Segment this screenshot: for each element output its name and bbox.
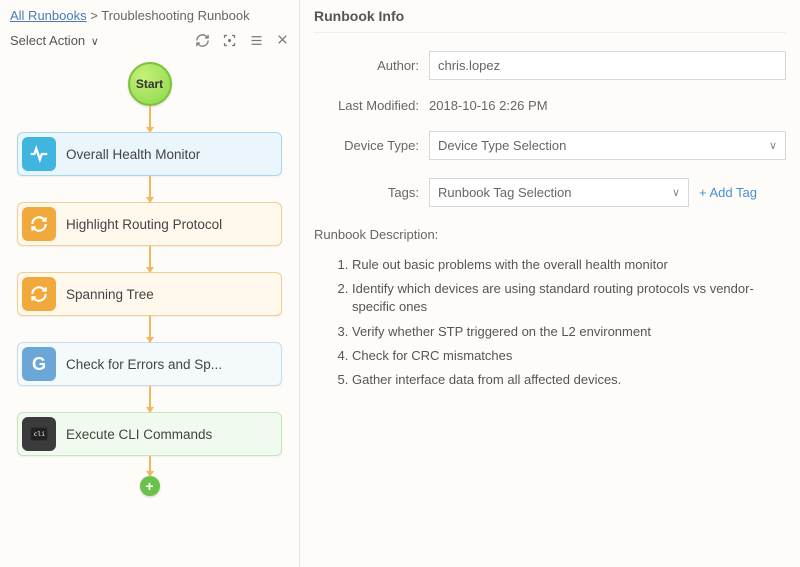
svg-text:cli: cli: [34, 430, 46, 438]
breadcrumb-current: Troubleshooting Runbook: [101, 8, 249, 23]
flow-connector: [149, 246, 151, 272]
last-modified-label: Last Modified:: [314, 98, 429, 113]
description-item: Check for CRC mismatches: [352, 347, 786, 365]
runbook-description-label: Runbook Description:: [314, 227, 786, 242]
step-check-for-errors[interactable]: G Check for Errors and Sp...: [17, 342, 282, 386]
device-type-label: Device Type:: [314, 138, 429, 153]
refresh-icon: [22, 277, 56, 311]
select-action-label: Select Action: [10, 33, 85, 48]
last-modified-value: 2018-10-16 2:26 PM: [429, 98, 548, 113]
step-overall-health-monitor[interactable]: Overall Health Monitor: [17, 132, 282, 176]
step-label: Spanning Tree: [66, 287, 154, 302]
description-item: Gather interface data from all affected …: [352, 371, 786, 389]
description-item: Identify which devices are using standar…: [352, 280, 786, 316]
breadcrumb-separator: >: [90, 8, 98, 23]
start-node[interactable]: Start: [128, 62, 172, 106]
focus-icon[interactable]: [222, 33, 237, 48]
add-step-button[interactable]: +: [140, 476, 160, 496]
step-label: Execute CLI Commands: [66, 427, 212, 442]
g-icon: G: [22, 347, 56, 381]
add-tag-link[interactable]: + Add Tag: [699, 185, 757, 200]
flow-connector: [149, 316, 151, 342]
tags-label: Tags:: [314, 185, 429, 200]
step-label: Highlight Routing Protocol: [66, 217, 222, 232]
device-type-select[interactable]: Device Type Selection ∨: [429, 131, 786, 160]
refresh-icon[interactable]: [195, 33, 210, 48]
breadcrumb-root-link[interactable]: All Runbooks: [10, 8, 87, 23]
step-label: Check for Errors and Sp...: [66, 357, 222, 372]
pulse-icon: [22, 137, 56, 171]
flow-connector: [149, 456, 151, 476]
chevron-down-icon: ∨: [769, 139, 777, 152]
select-action-dropdown[interactable]: Select Action ∨: [10, 33, 99, 48]
close-icon[interactable]: [276, 33, 289, 48]
start-node-label: Start: [136, 77, 163, 91]
tags-placeholder: Runbook Tag Selection: [438, 185, 571, 200]
chevron-down-icon: ∨: [672, 186, 680, 199]
list-icon[interactable]: [249, 33, 264, 48]
description-item: Rule out basic problems with the overall…: [352, 256, 786, 274]
flow-connector: [149, 176, 151, 202]
author-input[interactable]: [429, 51, 786, 80]
breadcrumb: All Runbooks > Troubleshooting Runbook: [0, 0, 299, 27]
refresh-icon: [22, 207, 56, 241]
panel-title: Runbook Info: [314, 0, 786, 33]
cli-icon: cli: [22, 417, 56, 451]
step-execute-cli-commands[interactable]: cli Execute CLI Commands: [17, 412, 282, 456]
flow-connector: [149, 106, 151, 132]
runbook-description-list: Rule out basic problems with the overall…: [352, 256, 786, 389]
step-highlight-routing-protocol[interactable]: Highlight Routing Protocol: [17, 202, 282, 246]
description-item: Verify whether STP triggered on the L2 e…: [352, 323, 786, 341]
tags-select[interactable]: Runbook Tag Selection ∨: [429, 178, 689, 207]
flow-canvas: Start Overall Health Monitor Highlight R…: [0, 54, 299, 567]
flow-connector: [149, 386, 151, 412]
author-label: Author:: [314, 58, 429, 73]
step-label: Overall Health Monitor: [66, 147, 200, 162]
chevron-down-icon: ∨: [91, 36, 99, 48]
device-type-placeholder: Device Type Selection: [438, 138, 566, 153]
step-spanning-tree[interactable]: Spanning Tree: [17, 272, 282, 316]
